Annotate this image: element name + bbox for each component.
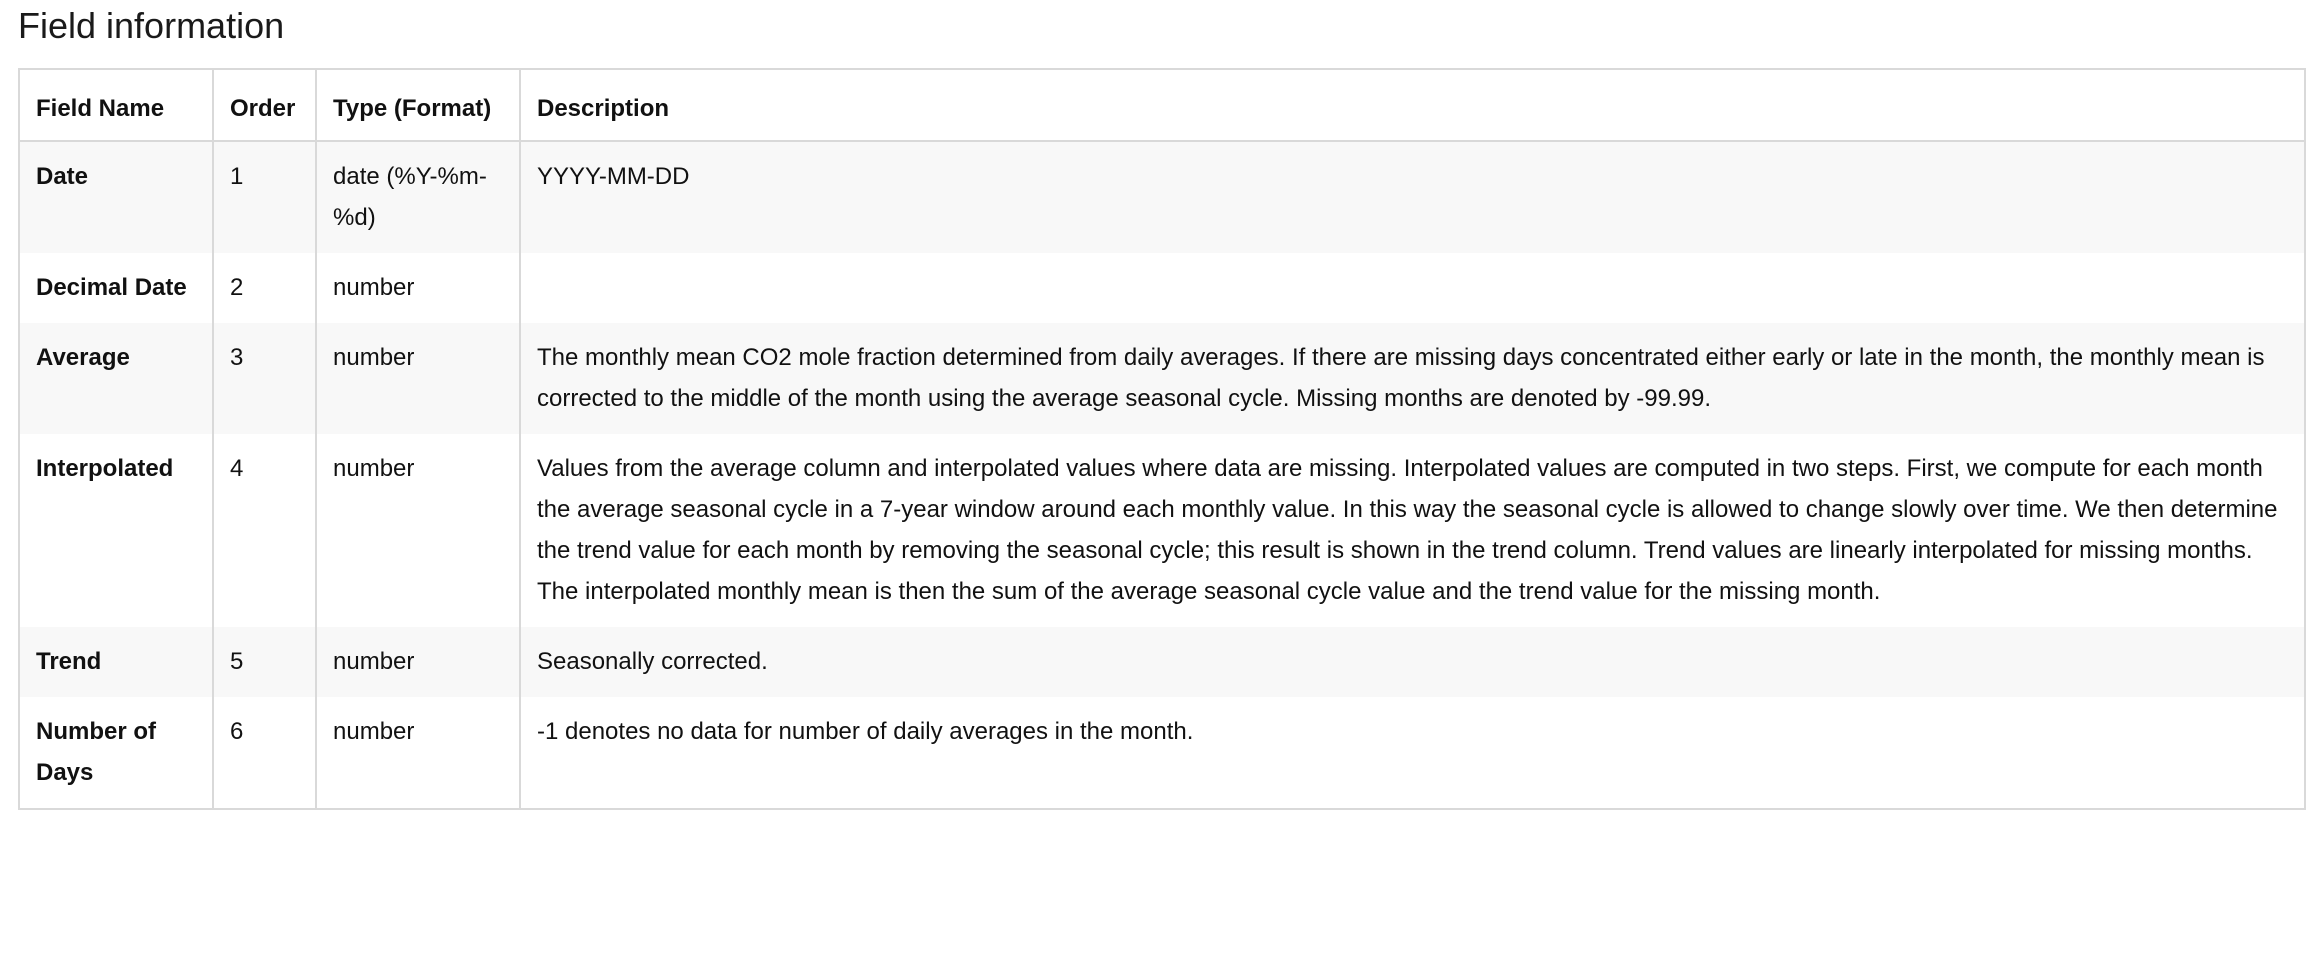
section-title: Field information: [18, 5, 285, 46]
description-cell: Values from the average column and inter…: [519, 434, 2306, 627]
table-row: Decimal Date 2 number: [18, 253, 2306, 323]
field-name-cell: Average: [18, 323, 214, 434]
table-header-row: Field Name Order Type (Format) Descripti…: [18, 69, 2306, 142]
header-order: Order: [212, 69, 317, 142]
order-cell: 2: [212, 253, 317, 323]
type-cell: number: [315, 323, 521, 434]
description-cell: The monthly mean CO2 mole fraction deter…: [519, 323, 2306, 434]
header-field-name: Field Name: [18, 69, 214, 142]
order-cell: 6: [212, 697, 317, 809]
field-name-cell: Interpolated: [18, 434, 214, 627]
order-cell: 1: [212, 141, 317, 253]
table-body: Date 1 date (%Y-%m-%d) YYYY-MM-DD Decima…: [18, 141, 2306, 809]
table-row: Interpolated 4 number Values from the av…: [18, 434, 2306, 627]
table-header: Field Name Order Type (Format) Descripti…: [18, 69, 2306, 142]
order-cell: 5: [212, 627, 317, 697]
description-cell: [519, 253, 2306, 323]
field-name-cell: Date: [18, 141, 214, 253]
order-cell: 4: [212, 434, 317, 627]
table-row: Trend 5 number Seasonally corrected.: [18, 627, 2306, 697]
field-name-cell: Trend: [18, 627, 214, 697]
type-cell: number: [315, 434, 521, 627]
description-cell: YYYY-MM-DD: [519, 141, 2306, 253]
description-cell: Seasonally corrected.: [519, 627, 2306, 697]
header-type-format: Type (Format): [315, 69, 521, 142]
field-information-page: Field information Field Name Order Type …: [0, 0, 2320, 974]
header-description: Description: [519, 69, 2306, 142]
field-name-cell: Decimal Date: [18, 253, 214, 323]
type-cell: number: [315, 627, 521, 697]
table-row: Average 3 number The monthly mean CO2 mo…: [18, 323, 2306, 434]
field-information-table: Field Name Order Type (Format) Descripti…: [18, 68, 2306, 810]
field-name-cell: Number of Days: [18, 697, 214, 809]
table-row: Number of Days 6 number -1 denotes no da…: [18, 697, 2306, 809]
table-row: Date 1 date (%Y-%m-%d) YYYY-MM-DD: [18, 141, 2306, 253]
order-cell: 3: [212, 323, 317, 434]
type-cell: number: [315, 697, 521, 809]
type-cell: date (%Y-%m-%d): [315, 141, 521, 253]
type-cell: number: [315, 253, 521, 323]
description-cell: -1 denotes no data for number of daily a…: [519, 697, 2306, 809]
